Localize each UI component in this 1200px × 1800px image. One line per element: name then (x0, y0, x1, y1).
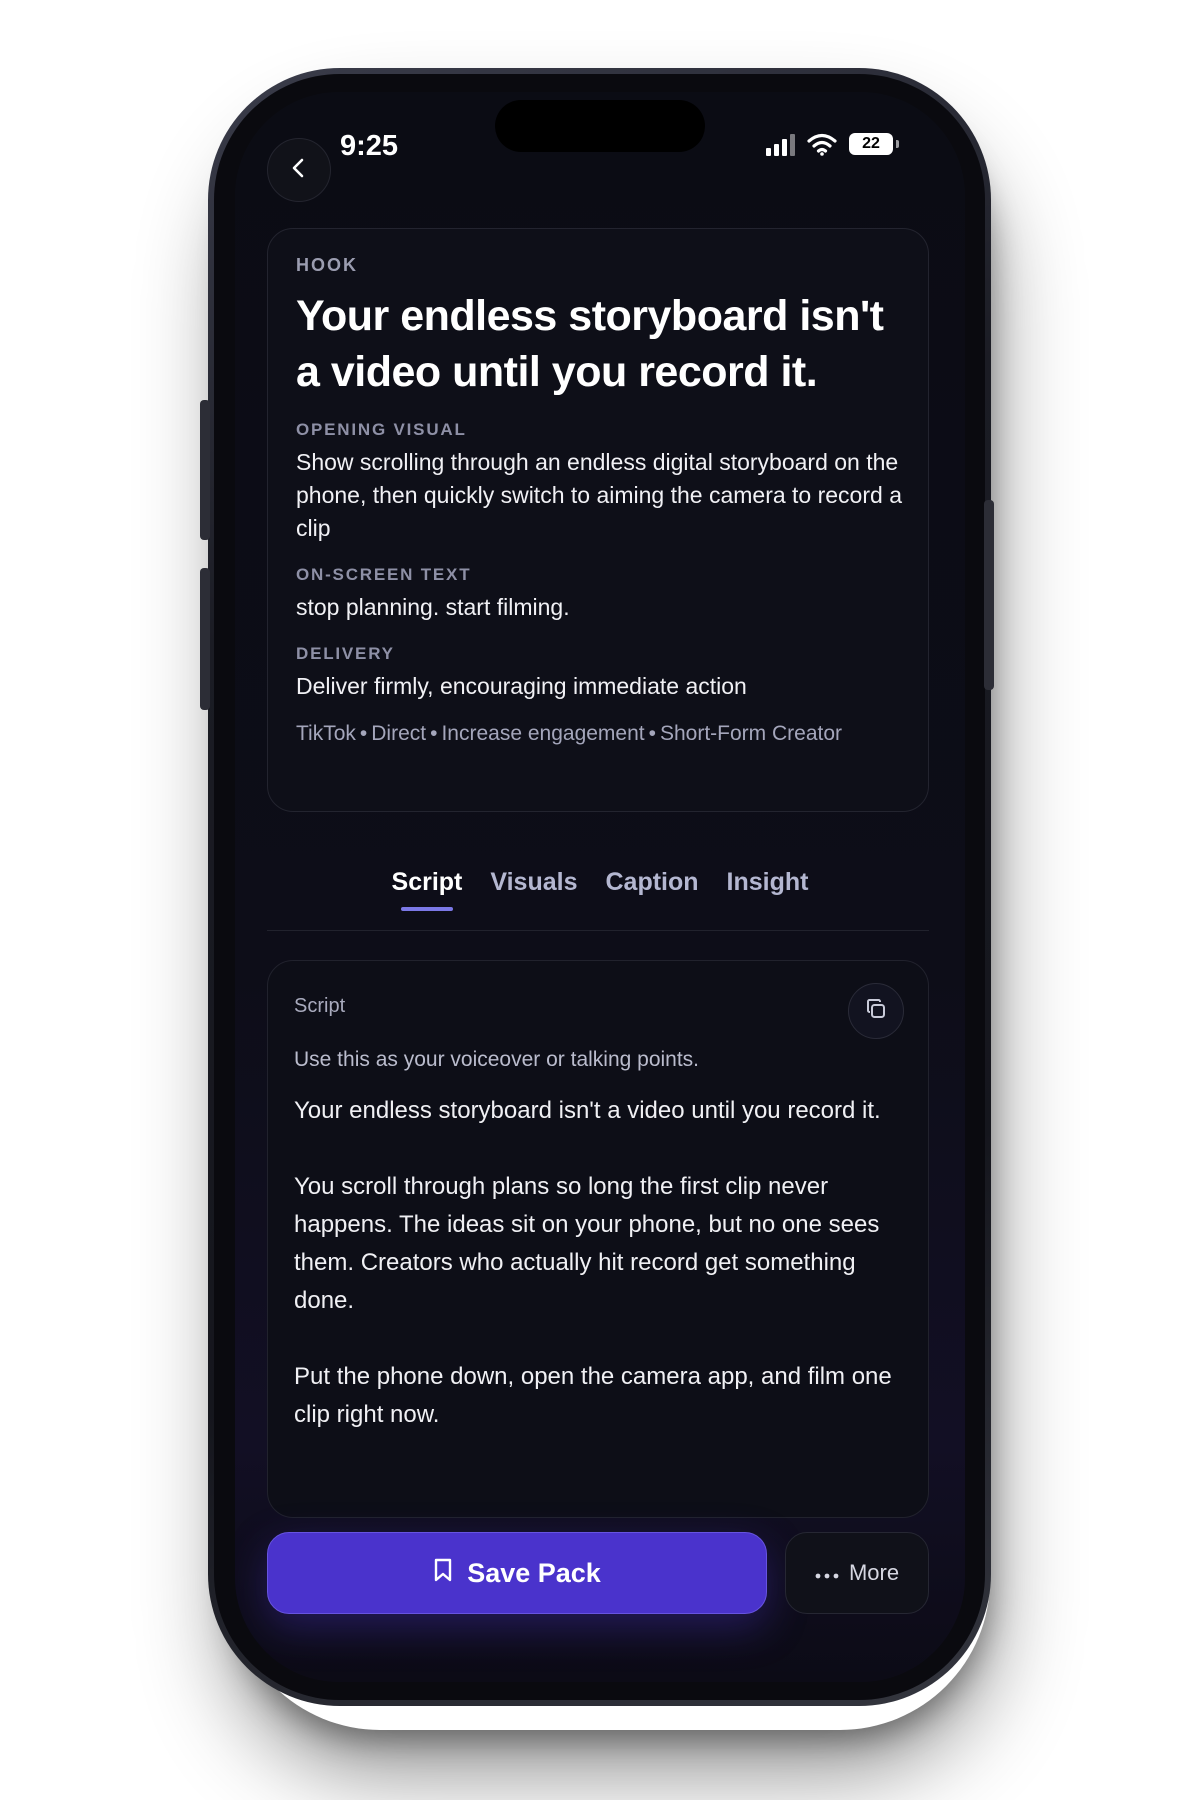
tag-separator: • (430, 722, 438, 745)
hook-card: HOOK Your endless storyboard isn't a vid… (267, 228, 929, 812)
tag-platform: TikTok (296, 722, 356, 745)
more-label: More (848, 1560, 900, 1585)
signal-icon (766, 132, 795, 156)
tabs-divider (267, 930, 929, 931)
battery-icon: 22 (849, 133, 899, 155)
hook-tags: TikTok • Direct • Increase engagement • Short-… (296, 719, 902, 749)
power-button (984, 500, 994, 690)
tab-caption[interactable]: Caption (605, 868, 698, 897)
volume-down-button (200, 568, 210, 710)
script-subtitle: Use this as your voiceover or talking po… (294, 1048, 700, 1071)
delivery-text: Deliver firmly, encouraging immediate ac… (296, 673, 747, 699)
dynamic-island (495, 100, 705, 152)
tag-goal: Increase engagement (441, 722, 645, 745)
volume-up-button (200, 400, 210, 540)
script-paragraph: You scroll through plans so long the fir… (294, 1173, 880, 1314)
more-button[interactable]: More (785, 1532, 929, 1614)
hook-label: HOOK (296, 255, 358, 275)
tag-separator: • (648, 722, 656, 745)
opening-visual-text: Show scrolling through an endless digita… (296, 449, 902, 541)
delivery-label: DELIVERY (296, 644, 395, 663)
tab-script[interactable]: Script (392, 868, 462, 911)
ellipsis-icon (815, 1560, 839, 1586)
copy-icon (864, 997, 888, 1026)
wifi-icon (807, 132, 837, 156)
tag-tone: Direct (371, 722, 427, 745)
back-button[interactable] (267, 138, 331, 202)
tab-visuals[interactable]: Visuals (490, 868, 577, 897)
status-icons: 22 (766, 132, 899, 156)
copy-button[interactable] (848, 983, 904, 1039)
tag-audience: Short-Form Creator (659, 722, 843, 745)
save-pack-label: Save Pack (467, 1557, 601, 1588)
content-tabs: Script Visuals Caption Insight (235, 868, 965, 911)
chevron-left-icon (288, 157, 310, 184)
bookmark-icon (433, 1557, 453, 1590)
status-time: 9:25 (340, 130, 399, 162)
on-screen-text: stop planning. start filming. (296, 594, 570, 620)
script-label: Script (294, 995, 346, 1017)
app-screen: 9:25 22 HOOK Your endless storyboard isn… (235, 92, 965, 1682)
tab-insight[interactable]: Insight (727, 868, 809, 897)
save-pack-button[interactable]: Save Pack (267, 1532, 767, 1614)
script-body: Your endless storyboard isn't a video un… (294, 1092, 902, 1434)
script-card: Script Use this as your voiceover or tal… (267, 960, 929, 1518)
opening-visual-label: OPENING VISUAL (296, 420, 467, 439)
on-screen-text-label: ON-SCREEN TEXT (296, 565, 472, 584)
tag-separator: • (359, 722, 368, 745)
script-paragraph: Your endless storyboard isn't a video un… (294, 1097, 881, 1124)
hook-title: Your endless storyboard isn't a video un… (296, 292, 884, 396)
script-paragraph: Put the phone down, open the camera app,… (294, 1363, 892, 1428)
